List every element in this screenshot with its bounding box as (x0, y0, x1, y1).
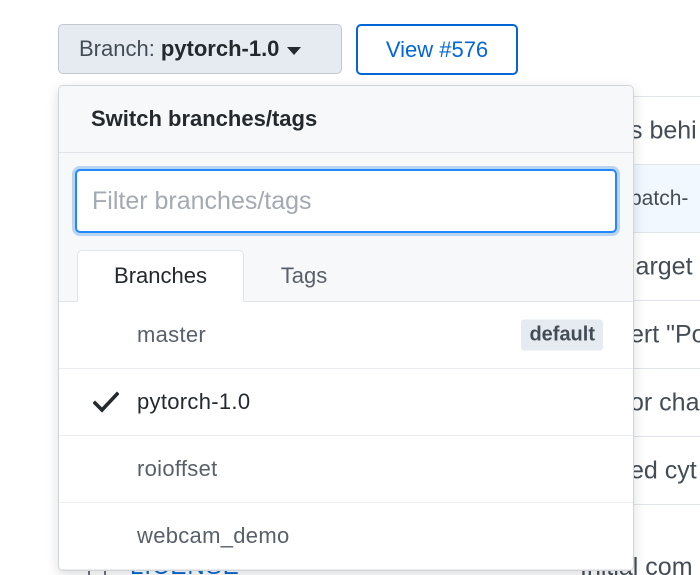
filter-branches-input[interactable] (75, 169, 617, 233)
filter-container (59, 153, 633, 237)
branch-item-label: roioffset (137, 456, 218, 481)
commit-message: ert "Po (630, 320, 700, 348)
branch-item-label: master (137, 322, 207, 347)
default-badge: default (521, 319, 603, 351)
dropdown-title: Switch branches/tags (59, 86, 633, 153)
branch-item-label: webcam_demo (137, 523, 290, 548)
commit-message: or cha (630, 388, 700, 416)
commit-message: ed cyt (630, 456, 697, 484)
dropdown-tabs: Branches Tags (59, 237, 633, 302)
commit-message: s behi (630, 116, 697, 144)
page: s behi patch- larget ert "Po or cha ed c… (0, 0, 700, 575)
branch-item-label: pytorch-1.0 (137, 389, 251, 414)
check-icon (93, 391, 119, 413)
branch-dropdown: Switch branches/tags Branches Tags maste… (58, 85, 634, 571)
branch-prefix-label: Branch: (79, 36, 155, 61)
branch-item-roioffset[interactable]: roioffset (59, 436, 633, 503)
branch-item-master[interactable]: master default (59, 302, 633, 369)
branch-list: master default pytorch-1.0 roioffset web… (59, 302, 633, 570)
commit-message: larget (630, 252, 693, 280)
branch-select-button[interactable]: Branch: pytorch-1.0 (58, 24, 342, 74)
view-pull-request-button[interactable]: View #576 (356, 24, 518, 75)
tab-tags[interactable]: Tags (244, 250, 364, 302)
tab-branches[interactable]: Branches (77, 250, 244, 302)
current-branch-name: pytorch-1.0 (160, 36, 280, 61)
branch-item-pytorch-1-0[interactable]: pytorch-1.0 (59, 369, 633, 436)
commit-message: patch- (630, 186, 689, 210)
caret-down-icon (287, 46, 302, 55)
branch-item-webcam-demo[interactable]: webcam_demo (59, 503, 633, 570)
